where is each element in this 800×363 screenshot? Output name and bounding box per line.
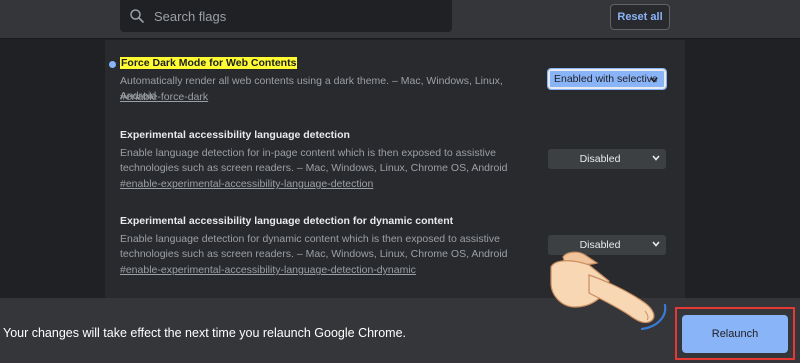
search-input[interactable]: [154, 8, 434, 24]
flag-link[interactable]: #enable-experimental-accessibility-langu…: [120, 264, 416, 276]
modified-dot-icon: [109, 61, 116, 68]
chevron-down-icon: [650, 77, 658, 83]
flag-title: Force Dark Mode for Web Contents: [120, 57, 298, 69]
relaunch-highlight-frame: Relaunch: [675, 307, 795, 360]
relaunch-message: Your changes will take effect the next t…: [3, 326, 407, 340]
select-value: Disabled: [579, 153, 621, 165]
flag-state-select[interactable]: Disabled: [548, 149, 666, 169]
flag-state-select[interactable]: Enabled with selective: [547, 68, 667, 90]
flags-list: Force Dark Mode for Web Contents Automat…: [105, 40, 685, 298]
search-box[interactable]: [120, 0, 452, 32]
relaunch-bar: Your changes will take effect the next t…: [0, 298, 800, 363]
chevron-down-icon: [652, 241, 660, 247]
reset-all-button[interactable]: Reset all: [610, 4, 670, 30]
select-value: Disabled: [579, 239, 621, 251]
flag-title: Experimental accessibility language dete…: [120, 215, 454, 227]
select-value: Enabled with selective: [554, 73, 658, 85]
search-icon: [130, 9, 144, 23]
flag-state-select[interactable]: Disabled: [548, 235, 666, 255]
relaunch-button[interactable]: Relaunch: [682, 315, 788, 353]
flag-link[interactable]: #enable-experimental-accessibility-langu…: [120, 178, 373, 190]
chevron-down-icon: [652, 155, 660, 161]
flag-link[interactable]: #enable-force-dark: [120, 91, 208, 103]
flag-description: Enable language detection for in-page co…: [120, 147, 508, 174]
top-bar: Reset all: [0, 0, 800, 39]
flag-description: Enable language detection for dynamic co…: [120, 233, 508, 260]
flag-title: Experimental accessibility language dete…: [120, 129, 350, 141]
